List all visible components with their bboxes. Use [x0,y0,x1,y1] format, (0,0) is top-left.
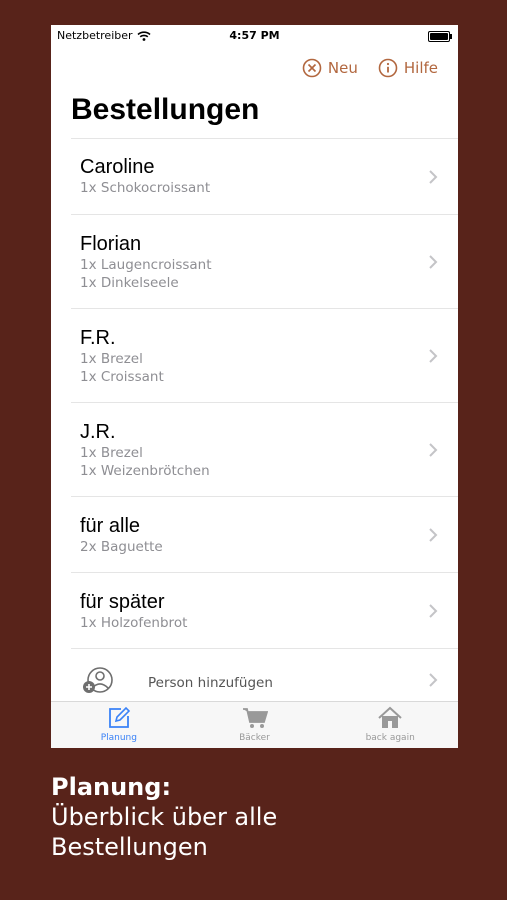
add-person-row[interactable]: Person hinzufügen [71,659,458,701]
order-row-florian[interactable]: Florian 1x Laugencroissant 1x Dinkelseel… [71,215,458,309]
phone-screen: Netzbetreiber 4:57 PM Neu Hilfe Bestellu… [51,25,458,748]
page-title: Bestellungen [71,93,260,126]
info-icon [378,58,398,78]
order-list: Caroline 1x Schokocroissant Florian 1x L… [71,138,458,649]
order-row-fr[interactable]: F.R. 1x Brezel 1x Croissant [71,309,458,403]
order-name: Caroline [80,156,155,178]
order-name: Florian [80,233,142,255]
order-item: 1x Dinkelseele [80,275,179,291]
order-name: für alle [80,515,141,537]
close-circle-icon [302,58,322,78]
cart-icon [242,708,268,728]
new-button-label: Neu [327,59,358,77]
status-bar: Netzbetreiber 4:57 PM [51,25,458,45]
chevron-right-icon [429,603,438,618]
add-person-icon [83,667,113,693]
chevron-right-icon [429,673,438,687]
caption: Planung: Überblick über alle Bestellunge… [51,772,277,862]
nav-actions: Neu Hilfe [302,58,438,78]
order-row-caroline[interactable]: Caroline 1x Schokocroissant [71,139,458,215]
tab-label: Bäcker [239,733,270,743]
caption-line: Überblick über alle [51,803,278,831]
caption-line: Bestellungen [51,833,208,861]
add-person-label: Person hinzufügen [148,675,273,691]
chevron-right-icon [429,254,438,269]
order-item: 1x Weizenbrötchen [80,463,210,479]
edit-icon [108,706,130,728]
help-button-label: Hilfe [403,59,438,77]
tab-label: Planung [100,733,137,743]
status-time: 4:57 PM [229,29,280,42]
order-item: 1x Holzofenbrot [80,615,188,631]
order-row-jr[interactable]: J.R. 1x Brezel 1x Weizenbrötchen [71,403,458,497]
order-row-fuer-spaeter[interactable]: für später 1x Holzofenbrot [71,573,458,649]
home-icon [378,706,402,728]
order-item: 1x Croissant [80,369,164,385]
tab-planung[interactable]: Planung [51,702,187,748]
order-row-fuer-alle[interactable]: für alle 2x Baguette [71,497,458,573]
order-name: F.R. [80,327,116,349]
chevron-right-icon [429,527,438,542]
chevron-right-icon [429,442,438,457]
chevron-right-icon [429,348,438,363]
caption-title: Planung: [51,773,172,801]
tab-back-again[interactable]: back again [322,702,458,748]
order-item: 1x Schokocroissant [80,180,211,196]
order-item: 1x Brezel [80,445,143,461]
order-name: J.R. [80,421,116,443]
order-item: 2x Baguette [80,539,163,555]
new-button[interactable]: Neu [302,58,358,78]
chevron-right-icon [429,169,438,184]
tab-baecker[interactable]: Bäcker [187,702,323,748]
tab-bar: Planung Bäcker back again [51,701,458,748]
order-item: 1x Laugencroissant [80,257,212,273]
help-button[interactable]: Hilfe [378,58,438,78]
tab-label: back again [365,733,415,743]
order-item: 1x Brezel [80,351,143,367]
battery-icon [428,31,452,42]
order-name: für später [80,591,165,613]
